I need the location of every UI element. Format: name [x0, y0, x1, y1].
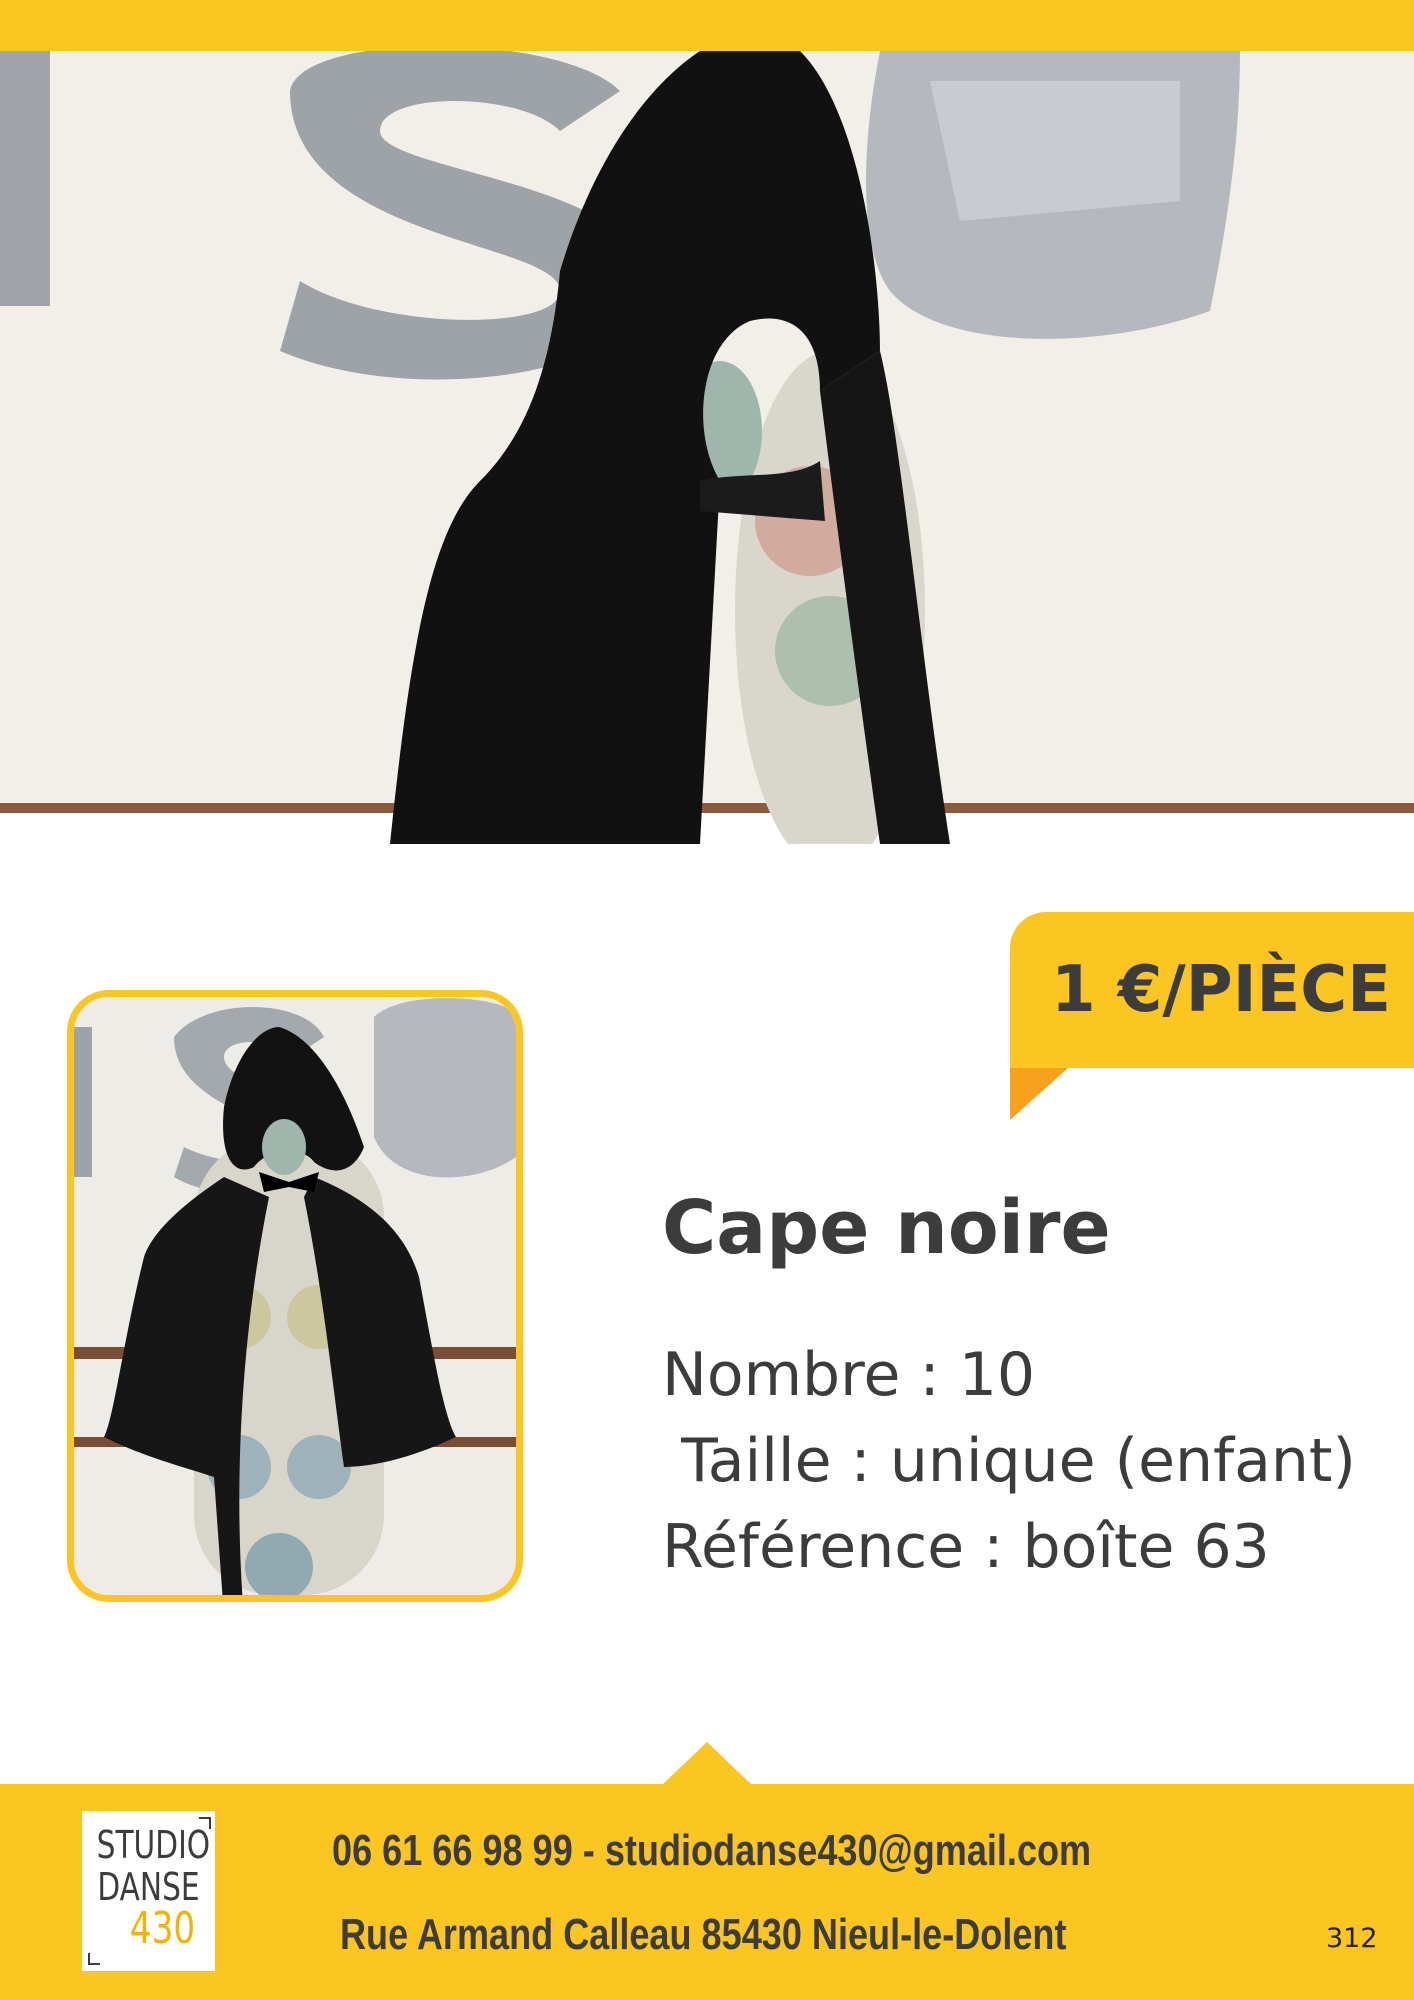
- price-tag: 1 €/PIÈCE: [1010, 912, 1414, 1068]
- contact-info: 06 61 66 98 99 - studiodanse430@gmail.co…: [332, 1826, 1092, 1875]
- page-number: 312: [1326, 1923, 1378, 1954]
- product-count: Nombre : 10: [662, 1340, 1036, 1410]
- address: Rue Armand Calleau 85430 Nieul-le-Dolent: [340, 1910, 1067, 1959]
- logo-text-line1: STUDIO: [96, 1823, 211, 1867]
- price-tag-fold: [1010, 1068, 1068, 1120]
- top-accent-bar: [0, 0, 1414, 51]
- product-size: Taille : unique (enfant): [662, 1426, 1356, 1496]
- logo-corner-mark: [88, 1953, 100, 1965]
- product-thumbnail: [67, 990, 523, 1602]
- logo-text-line3: 430: [129, 1903, 196, 1954]
- hero-photo: [0, 51, 1414, 844]
- footer-notch: [662, 1742, 752, 1785]
- logo-text-line2: DANSE: [97, 1865, 200, 1909]
- product-title: Cape noire: [662, 1185, 1111, 1271]
- price-label: 1 €/PIÈCE: [1051, 953, 1391, 1027]
- studio-logo: STUDIO DANSE 430: [82, 1811, 215, 1971]
- product-reference: Référence : boîte 63: [662, 1512, 1270, 1582]
